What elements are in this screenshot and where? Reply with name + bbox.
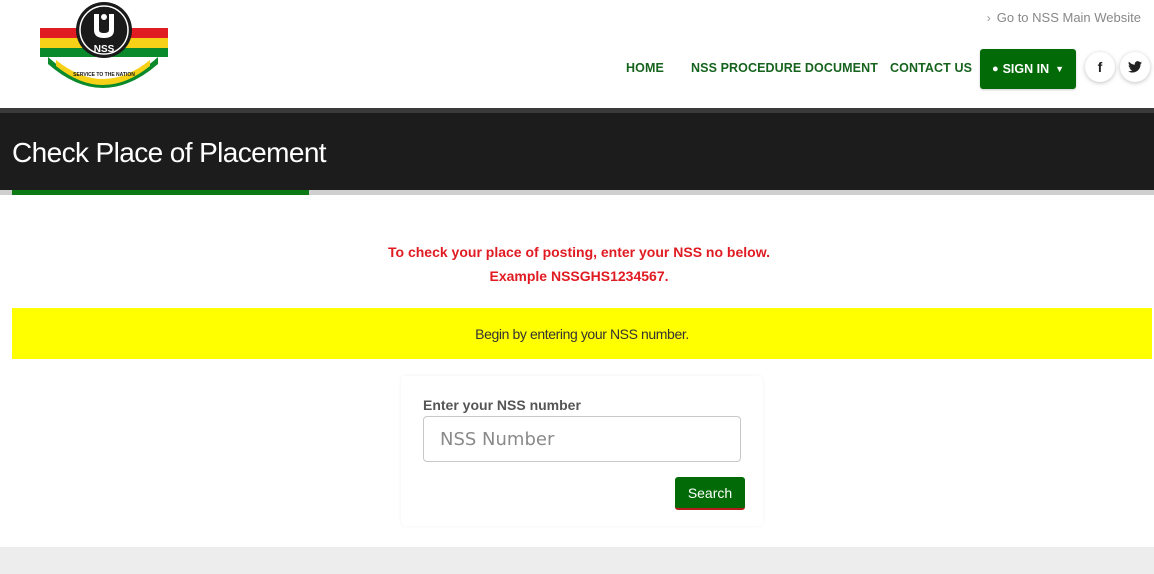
- sign-in-label: SIGN IN: [1002, 62, 1050, 76]
- page-title: Check Place of Placement: [12, 137, 327, 168]
- twitter-icon[interactable]: [1120, 52, 1150, 82]
- footer-band: [0, 547, 1154, 574]
- main-website-link-label: Go to NSS Main Website: [996, 10, 1141, 25]
- caret-down-icon: ▼: [1055, 64, 1065, 74]
- nss-number-label: Enter your NSS number: [423, 397, 581, 413]
- main-nav: HOME NSS PROCEDURE DOCUMENT CONTACT US ●…: [0, 49, 1154, 89]
- search-button[interactable]: Search: [675, 477, 745, 510]
- page-title-bar: Check Place of Placement: [0, 108, 1154, 194]
- user-icon: ●: [991, 63, 999, 75]
- instruction-example: Example NSSGHS1234567.: [489, 268, 669, 284]
- instruction-text: To check your place of posting, enter yo…: [388, 244, 770, 260]
- info-alert: Begin by entering your NSS number.: [12, 308, 1152, 359]
- twitter-bird-icon: [1128, 61, 1142, 73]
- chevron-right-icon: ›: [986, 10, 991, 25]
- sign-in-button[interactable]: ● SIGN IN ▼: [980, 49, 1076, 89]
- title-accent-bar: [12, 190, 309, 195]
- site-header: NSS SERVICE TO THE NATION › Go to NSS Ma…: [0, 0, 1154, 108]
- nav-contact-us[interactable]: CONTACT US: [890, 61, 972, 75]
- main-website-link[interactable]: › Go to NSS Main Website: [987, 10, 1141, 25]
- facebook-glyph: f: [1097, 59, 1103, 75]
- facebook-icon[interactable]: f: [1085, 52, 1115, 82]
- nss-search-form: Enter your NSS number Search: [401, 376, 763, 526]
- nss-number-input[interactable]: [423, 416, 741, 462]
- nav-home[interactable]: HOME: [626, 61, 664, 75]
- info-alert-text: Begin by entering your NSS number.: [475, 325, 689, 342]
- nav-procedure-document[interactable]: NSS PROCEDURE DOCUMENT: [691, 61, 878, 75]
